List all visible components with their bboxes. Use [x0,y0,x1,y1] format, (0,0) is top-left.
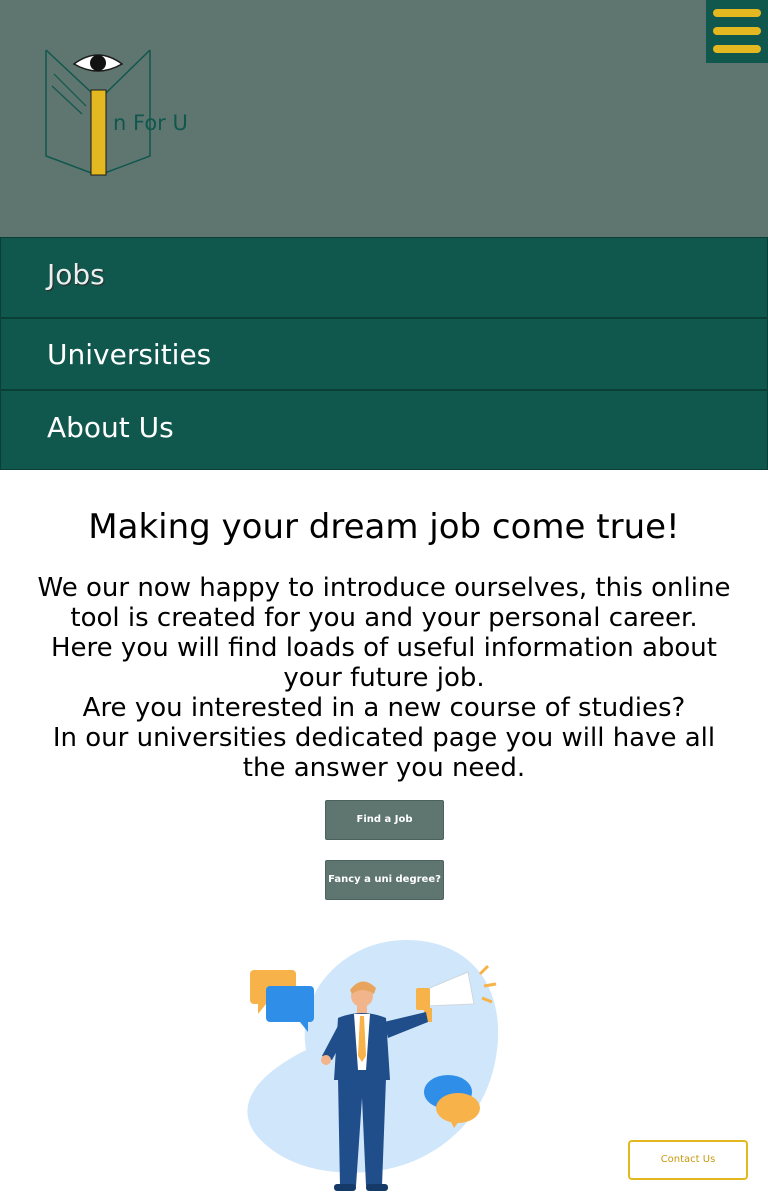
intro-line: Here you will find loads of useful infor… [51,633,717,693]
businessman-megaphone-icon [247,940,499,1191]
main-nav: Jobs Universities About Us [0,237,768,470]
menu-bar-icon [713,9,761,17]
intro-line: In our universities dedicated page you w… [52,723,716,783]
intro-line: Are you interested in a new course of st… [82,693,686,723]
nav-item-universities[interactable]: Universities [0,318,768,390]
intro-paragraph: We our now happy to introduce ourselves,… [29,573,739,783]
nav-item-jobs[interactable]: Jobs [0,237,768,318]
find-job-button[interactable]: Find a Job [325,800,444,840]
uni-degree-button[interactable]: Fancy a uni degree? [325,860,444,900]
menu-bar-icon [713,27,761,35]
page-title: Making your dream job come true! [88,507,680,547]
intro-section: Making your dream job come true! We our … [0,505,768,783]
intro-line: We our now happy to introduce ourselves,… [37,573,731,633]
logo-text: n For U [113,111,188,135]
nav-item-about-us[interactable]: About Us [0,390,768,470]
site-header: n For U [0,0,768,237]
hamburger-menu-button[interactable] [706,0,768,63]
menu-bar-icon [713,45,761,53]
contact-us-button[interactable]: Contact Us [628,1140,748,1180]
